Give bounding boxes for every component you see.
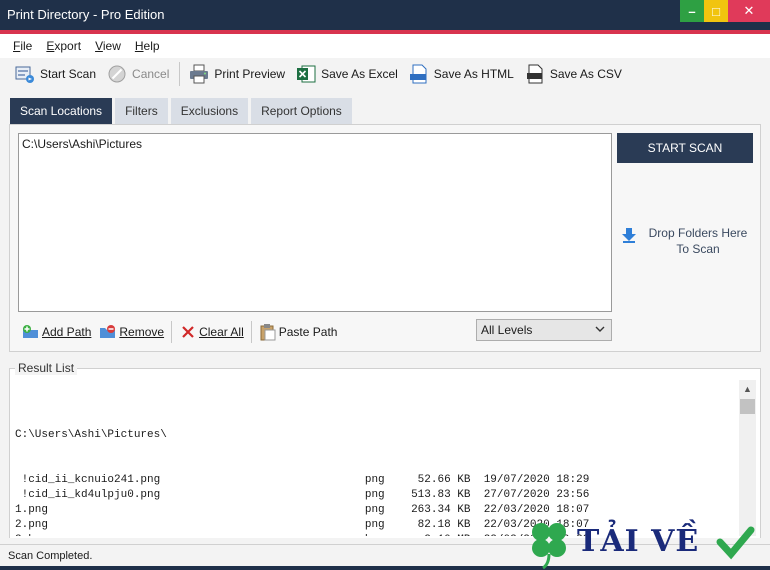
toolbar: Start Scan Cancel Print Preview Save As … bbox=[0, 58, 770, 90]
actions-separator bbox=[171, 321, 173, 343]
remove-folder-icon bbox=[99, 323, 117, 341]
toolbar-separator bbox=[179, 62, 181, 86]
result-file-date: 27/07/2020 23:56 bbox=[483, 489, 590, 501]
result-file-size: 82.18 KB bbox=[411, 519, 484, 531]
result-file-name: 3.bmp bbox=[15, 534, 365, 536]
result-file-name: 1.png bbox=[15, 504, 365, 516]
menu-help-key: H bbox=[134, 39, 144, 53]
tab-filters[interactable]: Filters bbox=[115, 98, 168, 124]
path-list-item[interactable]: C:\Users\Ashi\Pictures bbox=[22, 137, 608, 151]
print-preview-button[interactable]: Print Preview bbox=[184, 60, 289, 88]
save-html-button[interactable]: Save As HTML bbox=[404, 60, 518, 88]
result-list-legend: Result List bbox=[15, 361, 78, 375]
paste-path-label: Paste Path bbox=[278, 325, 338, 339]
result-file-name: !cid_ii_kd4ulpju0.png bbox=[15, 489, 365, 501]
scan-locations-panel: C:\Users\Ashi\Pictures START SCAN Drop F… bbox=[9, 124, 761, 352]
result-file-type: png bbox=[364, 504, 412, 516]
clipboard-icon bbox=[259, 323, 277, 341]
add-path-label: Add Path bbox=[42, 325, 92, 339]
minimize-button[interactable]: – bbox=[680, 0, 704, 22]
actions-separator bbox=[250, 321, 252, 343]
status-text: Scan Completed. bbox=[8, 549, 93, 562]
scroll-up-arrow-icon[interactable]: ▲ bbox=[739, 380, 756, 397]
save-excel-button[interactable]: Save As Excel bbox=[291, 60, 402, 88]
path-list[interactable]: C:\Users\Ashi\Pictures bbox=[18, 133, 612, 312]
tab-scan-locations[interactable]: Scan Locations bbox=[10, 98, 113, 124]
save-excel-label: Save As Excel bbox=[321, 67, 398, 81]
maximize-button[interactable]: □ bbox=[704, 0, 728, 22]
result-file-size: 52.66 KB bbox=[411, 474, 484, 486]
chevron-down-icon bbox=[594, 323, 606, 338]
result-file-size: 263.34 KB bbox=[411, 504, 484, 516]
clear-all-label: Clear All bbox=[199, 325, 244, 339]
menu-view-key: V bbox=[95, 39, 103, 53]
drop-zone-text: Drop Folders Here To Scan bbox=[648, 226, 748, 256]
drop-zone[interactable]: Drop Folders Here To Scan bbox=[622, 225, 752, 257]
result-folder-path: C:\Users\Ashi\Pictures\ bbox=[15, 429, 167, 441]
down-arrow-icon bbox=[622, 227, 636, 247]
result-row: !cid_ii_kcnuio241.png png 52.66 KB 19/07… bbox=[15, 473, 735, 488]
result-file-type: png bbox=[364, 474, 412, 486]
tab-exclusions[interactable]: Exclusions bbox=[170, 98, 249, 124]
csv-file-icon bbox=[524, 63, 546, 85]
start-scan-button[interactable]: Start Scan bbox=[10, 60, 100, 88]
menu-bar: File Export View Help bbox=[0, 34, 770, 58]
clover-icon bbox=[532, 523, 566, 570]
cancel-label: Cancel bbox=[132, 67, 170, 81]
menu-file[interactable]: File bbox=[6, 39, 39, 53]
menu-view[interactable]: View bbox=[88, 39, 128, 53]
clear-all-button[interactable]: Clear All bbox=[175, 320, 248, 344]
result-file-type: png bbox=[364, 489, 412, 501]
watermark-logo: TẢI VỀ bbox=[527, 518, 770, 570]
scan-icon bbox=[14, 63, 36, 85]
result-list-text[interactable]: C:\Users\Ashi\Pictures\ !cid_ii_kcnuio24… bbox=[15, 376, 735, 536]
result-file-date: 19/07/2020 18:29 bbox=[483, 474, 590, 486]
result-file-type: png bbox=[364, 519, 412, 531]
html-file-icon bbox=[408, 63, 430, 85]
red-x-icon bbox=[179, 323, 197, 341]
result-file-name: !cid_ii_kcnuio241.png bbox=[15, 474, 365, 486]
check-icon bbox=[716, 526, 755, 560]
window-controls: – □ ✕ bbox=[680, 0, 770, 22]
paste-path-button[interactable]: Paste Path bbox=[255, 320, 342, 344]
levels-select[interactable]: All Levels bbox=[476, 319, 612, 341]
save-html-label: Save As HTML bbox=[433, 67, 514, 81]
tab-report-options[interactable]: Report Options bbox=[251, 98, 352, 124]
cancel-icon bbox=[106, 63, 128, 85]
close-button[interactable]: ✕ bbox=[728, 0, 770, 22]
path-actions: Add Path Remove Clear All Paste Path bbox=[18, 319, 341, 345]
result-row: !cid_ii_kd4ulpju0.png png 513.83 KB 27/0… bbox=[15, 488, 735, 503]
menu-help[interactable]: Help bbox=[128, 39, 167, 53]
result-file-name: 2.png bbox=[15, 519, 365, 531]
result-file-size: 513.83 KB bbox=[411, 489, 484, 501]
title-bar: Print Directory - Pro Edition – □ ✕ bbox=[0, 0, 770, 30]
remove-label: Remove bbox=[119, 325, 165, 339]
start-scan-big-button[interactable]: START SCAN bbox=[617, 133, 753, 163]
watermark-text: TẢI VỀ bbox=[577, 524, 700, 559]
menu-export-label: xport bbox=[54, 39, 82, 53]
menu-help-label: elp bbox=[143, 39, 160, 53]
menu-view-label: iew bbox=[102, 39, 121, 53]
menu-file-label: ile bbox=[20, 39, 33, 53]
excel-icon bbox=[295, 63, 317, 85]
add-path-button[interactable]: Add Path bbox=[18, 320, 95, 344]
scrollbar-thumb[interactable] bbox=[740, 399, 755, 414]
result-file-size: 2.10 MB bbox=[411, 534, 484, 536]
cancel-button[interactable]: Cancel bbox=[102, 60, 173, 88]
remove-button[interactable]: Remove bbox=[95, 320, 168, 344]
result-file-type: bmp bbox=[365, 534, 411, 536]
result-scrollbar[interactable]: ▲ bbox=[739, 380, 756, 536]
start-scan-label: Start Scan bbox=[40, 67, 97, 81]
result-file-date: 22/03/2020 18:07 bbox=[483, 504, 590, 516]
tab-strip: Scan Locations Filters Exclusions Report… bbox=[10, 98, 355, 124]
printer-icon bbox=[188, 63, 210, 85]
save-csv-button[interactable]: Save As CSV bbox=[520, 60, 626, 88]
window-title: Print Directory - Pro Edition bbox=[7, 7, 165, 22]
print-preview-label: Print Preview bbox=[214, 67, 286, 81]
add-folder-icon bbox=[22, 323, 40, 341]
menu-export[interactable]: Export bbox=[39, 39, 88, 53]
levels-value: All Levels bbox=[481, 323, 533, 337]
result-row: 1.png png 263.34 KB 22/03/2020 18:07 bbox=[15, 503, 735, 518]
save-csv-label: Save As CSV bbox=[549, 67, 622, 81]
